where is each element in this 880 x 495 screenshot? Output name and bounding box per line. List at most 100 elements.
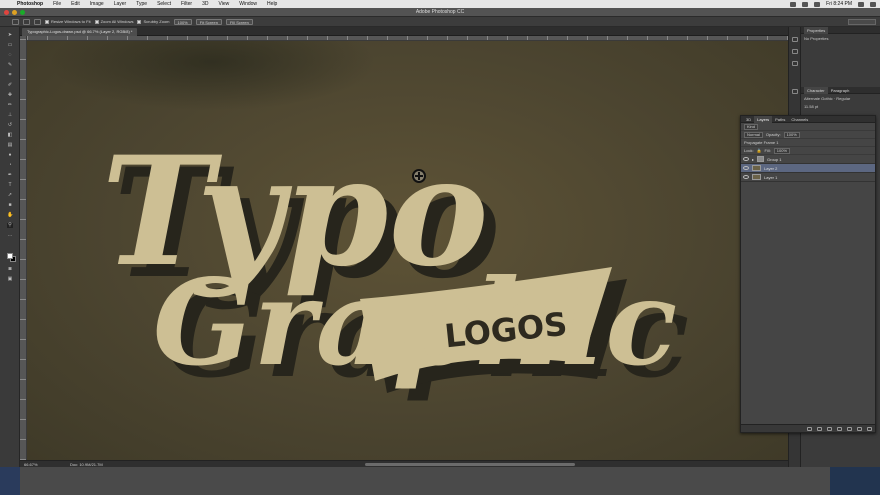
character-panel-icon[interactable]	[792, 89, 798, 94]
new-layer-icon[interactable]	[857, 427, 862, 431]
lock-label: Lock:	[744, 148, 754, 153]
visibility-eye-icon[interactable]	[743, 175, 749, 179]
crop-tool-icon[interactable]: ⌗	[7, 73, 13, 78]
tab-properties[interactable]: Properties	[804, 27, 829, 34]
screen-mode-icon[interactable]: ▣	[7, 277, 13, 282]
font-size-field[interactable]: 11.58 pt	[804, 104, 877, 109]
visibility-eye-icon[interactable]	[743, 157, 749, 161]
logo-line2: Graphic	[153, 253, 677, 392]
type-tool-icon[interactable]: T	[7, 183, 13, 188]
fit-screen-button[interactable]: Fit Screen	[195, 18, 222, 25]
quick-select-tool-icon[interactable]: ✎	[7, 63, 13, 68]
fill-screen-button[interactable]: Fill Screen	[225, 18, 253, 25]
propagate-row: Propagate Frame 1	[741, 139, 875, 147]
zoom-cursor-icon	[412, 169, 426, 183]
filter-kind-select[interactable]: Kind	[744, 123, 759, 130]
resize-windows-checkbox[interactable]: Resize Windows to Fit	[45, 19, 91, 24]
layer-row-layer-2[interactable]: Layer 2	[741, 164, 875, 173]
foreground-color-swatch[interactable]	[7, 253, 13, 259]
brush-tool-icon[interactable]: ✏	[7, 103, 13, 108]
marquee-tool-icon[interactable]: ▭	[7, 43, 13, 48]
opacity-field[interactable]: 100%	[783, 131, 800, 138]
lock-icon[interactable]: 🔒	[757, 148, 762, 153]
menu-clock[interactable]: Fri 8:24 PM	[826, 1, 852, 7]
menu-filter[interactable]: Filter	[176, 1, 197, 7]
adjustment-layer-icon[interactable]	[837, 427, 842, 431]
menu-file[interactable]: File	[48, 1, 66, 7]
new-group-icon[interactable]	[847, 427, 852, 431]
add-mask-icon[interactable]	[827, 427, 832, 431]
pen-tool-icon[interactable]: ✒	[7, 173, 13, 178]
menu-extras: Fri 8:24 PM	[790, 0, 876, 8]
shape-tool-icon[interactable]: ■	[7, 203, 13, 208]
expand-arrow-icon[interactable]: ▸	[752, 157, 754, 162]
window-title: Adobe Photoshop CC	[415, 9, 465, 15]
menu-3d[interactable]: 3D	[197, 1, 213, 7]
eyedropper-tool-icon[interactable]: ✐	[7, 83, 13, 88]
eraser-tool-icon[interactable]: ◧	[7, 133, 13, 138]
document-tab[interactable]: Typographic-Logos-drawn.psd @ 66.7% (Lay…	[22, 28, 138, 36]
clone-stamp-tool-icon[interactable]: ⊥	[7, 113, 13, 118]
layer-row-layer-1[interactable]: Layer 1	[741, 173, 875, 182]
layer-style-icon[interactable]	[817, 427, 822, 431]
scrubby-zoom-label: Scrubby Zoom	[143, 19, 170, 24]
zoom-out-icon[interactable]	[34, 18, 41, 25]
blend-mode-select[interactable]: Normal	[744, 131, 763, 138]
link-layers-icon[interactable]	[807, 427, 812, 431]
zoom-in-icon[interactable]	[23, 18, 30, 25]
vertical-ruler[interactable]	[20, 36, 27, 460]
blur-tool-icon[interactable]: ●	[7, 153, 13, 158]
quick-mask-icon[interactable]: ◙	[7, 267, 13, 272]
menu-edit[interactable]: Edit	[66, 1, 85, 7]
dodge-tool-icon[interactable]: ◔	[7, 163, 13, 168]
menu-window[interactable]: Window	[234, 1, 262, 7]
gradient-tool-icon[interactable]: ▤	[7, 143, 13, 148]
actions-panel-icon[interactable]	[792, 49, 798, 54]
menu-type[interactable]: Type	[131, 1, 152, 7]
volume-icon[interactable]	[802, 1, 809, 7]
battery-icon[interactable]	[814, 1, 821, 7]
delete-layer-icon[interactable]	[867, 427, 872, 431]
menu-image[interactable]: Image	[85, 1, 109, 7]
menu-help[interactable]: Help	[262, 1, 282, 7]
zoom-tool-preset-icon[interactable]	[12, 18, 19, 25]
menu-view[interactable]: View	[214, 1, 235, 7]
menu-select[interactable]: Select	[152, 1, 176, 7]
menu-app-name[interactable]: Photoshop	[12, 1, 48, 7]
lasso-tool-icon[interactable]: ◌	[7, 53, 13, 58]
tab-paths[interactable]: Paths	[772, 116, 788, 123]
move-tool-icon[interactable]: ➤	[7, 33, 13, 38]
workspace-switcher[interactable]	[848, 19, 876, 25]
tab-3d[interactable]: 3D	[743, 116, 754, 123]
tab-character[interactable]: Character	[804, 87, 828, 94]
zoom-all-checkbox[interactable]: Zoom All Windows	[94, 19, 133, 24]
swatches-panel-icon[interactable]	[792, 61, 798, 66]
layers-panel-tabs: 3D Layers Paths Channels	[741, 115, 875, 123]
extra-tools-icon[interactable]: …	[7, 233, 13, 238]
zoom-tool-icon[interactable]: ⚲	[7, 223, 13, 228]
tab-channels[interactable]: Channels	[788, 116, 811, 123]
visibility-eye-icon[interactable]	[743, 166, 749, 170]
propagate-checkbox[interactable]: Propagate Frame 1	[744, 140, 778, 145]
zoom-100-button[interactable]: 100%	[173, 18, 192, 25]
history-brush-tool-icon[interactable]: ↺	[7, 123, 13, 128]
spotlight-icon[interactable]	[858, 1, 864, 7]
wifi-icon[interactable]	[790, 1, 797, 7]
tab-layers[interactable]: Layers	[754, 115, 773, 123]
artwork: Typo Graphic Typo Graphic LOGOS	[101, 124, 689, 404]
path-selection-tool-icon[interactable]: ➚	[7, 193, 13, 198]
horizontal-scrollbar[interactable]	[365, 463, 575, 466]
font-family-select[interactable]: Alternate Gothic · Regular	[804, 96, 877, 101]
healing-brush-tool-icon[interactable]: ✚	[7, 93, 13, 98]
resize-windows-label: Resize Windows to Fit	[51, 19, 91, 24]
document-canvas[interactable]: Typo Graphic Typo Graphic LOGOS	[27, 41, 788, 460]
layer-row-group-1[interactable]: ▸ Group 1	[741, 155, 875, 164]
fill-field[interactable]: 100%	[773, 147, 791, 154]
history-panel-icon[interactable]	[792, 37, 798, 42]
notifications-icon[interactable]	[870, 1, 876, 7]
hand-tool-icon[interactable]: ✋	[7, 213, 13, 218]
menu-layer[interactable]: Layer	[109, 1, 132, 7]
document-tabs: Typographic-Logos-drawn.psd @ 66.7% (Lay…	[20, 27, 788, 36]
scrubby-zoom-checkbox[interactable]: Scrubby Zoom	[137, 19, 170, 24]
tab-paragraph[interactable]: Paragraph	[831, 88, 850, 93]
